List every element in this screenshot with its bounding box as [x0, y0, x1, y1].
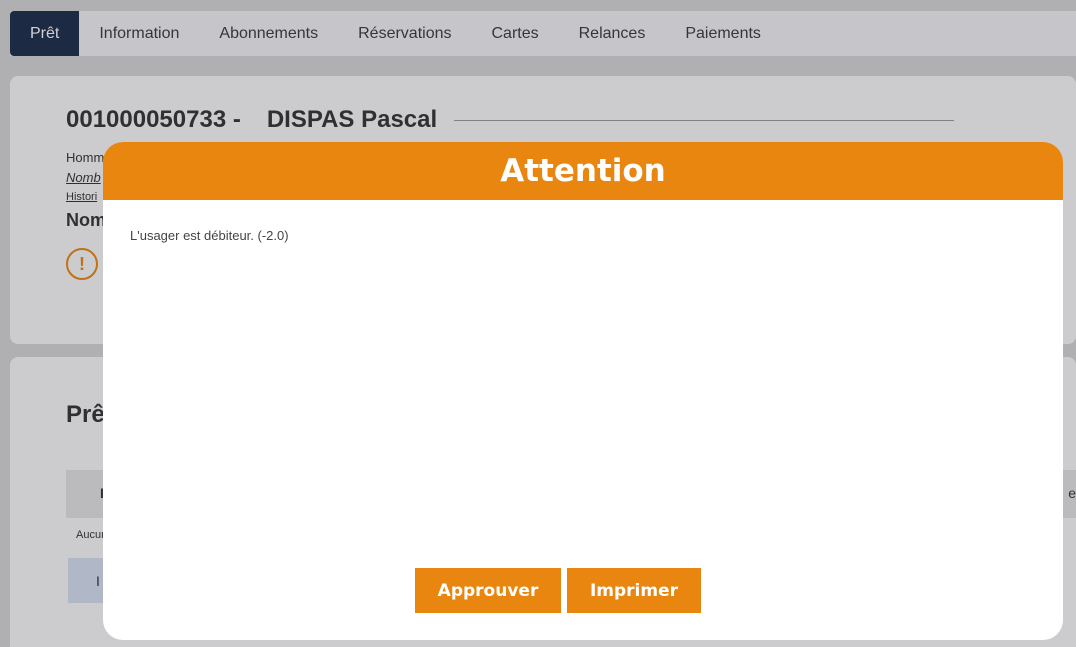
attention-dialog: Attention L'usager est débiteur. (-2.0) …: [103, 142, 1063, 640]
dialog-header: Attention: [103, 142, 1063, 200]
print-button[interactable]: Imprimer: [567, 568, 701, 613]
dialog-actions: Approuver Imprimer: [415, 568, 701, 613]
dialog-title: Attention: [500, 153, 666, 189]
dialog-message: L'usager est débiteur. (-2.0): [130, 228, 289, 243]
approve-button[interactable]: Approuver: [415, 568, 561, 613]
